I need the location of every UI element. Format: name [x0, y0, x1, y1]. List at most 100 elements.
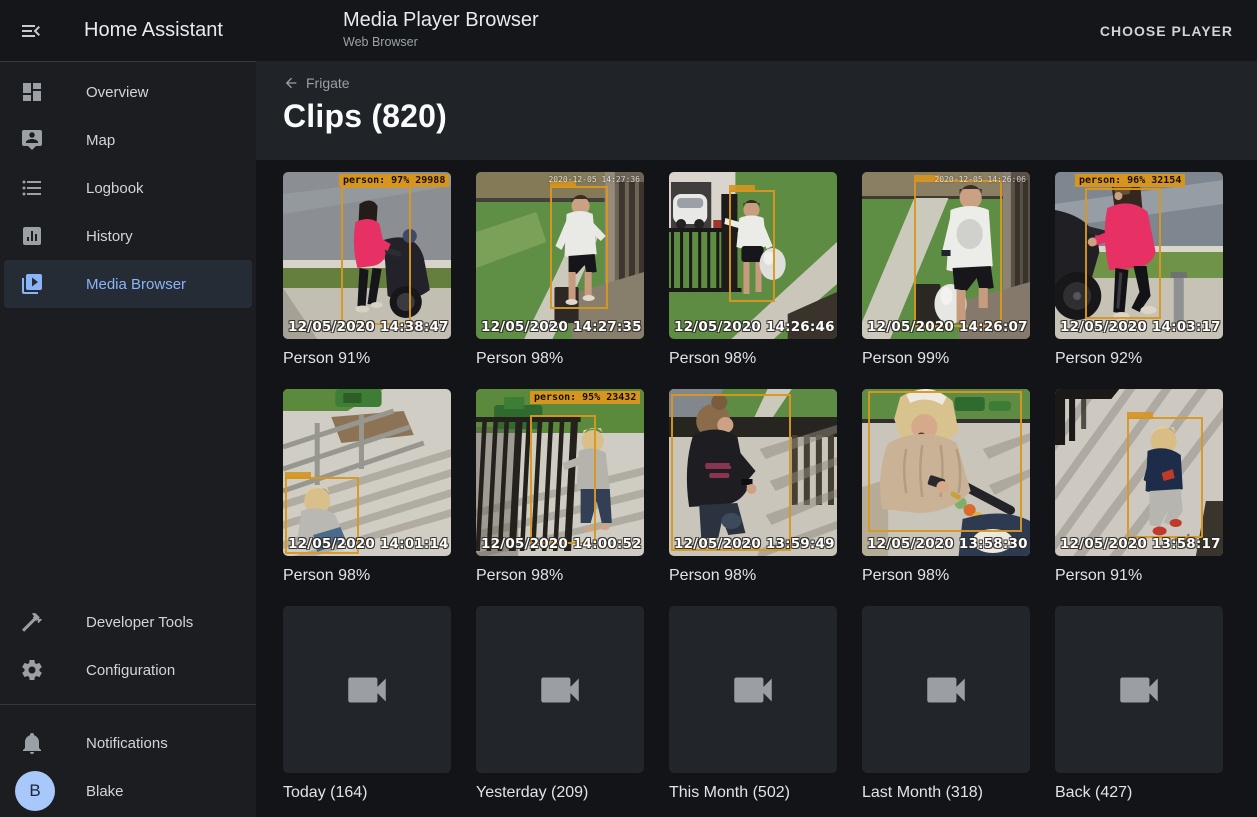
- sidebar-spacer: [0, 308, 256, 592]
- video-camera-icon: [1114, 665, 1164, 715]
- clip-card[interactable]: 12/05/2020 14:01:14 Person 98%: [283, 389, 451, 585]
- sidebar-item-label: Map: [86, 132, 115, 149]
- sidebar-item-label: Logbook: [86, 180, 144, 197]
- main-area: Frigate Clips (820): [256, 61, 1257, 817]
- sidebar-item-user-profile[interactable]: B Blake: [4, 767, 252, 815]
- arrow-left-icon: [283, 75, 299, 91]
- clip-card[interactable]: 12/05/2020 14:26:46 Person 98%: [669, 172, 837, 368]
- clip-card[interactable]: person: 96% 32154 12/05/2020 14:03:17 Pe…: [1055, 172, 1223, 368]
- clip-thumbnail: 12/05/2020 14:01:14: [283, 389, 451, 556]
- detection-bounding-box: [729, 190, 775, 302]
- clip-caption: Person 98%: [476, 350, 644, 368]
- clip-caption: Person 98%: [476, 567, 644, 585]
- sidebar-item-label: History: [86, 228, 133, 245]
- clip-card[interactable]: 12/05/2020 13:58:17 Person 91%: [1055, 389, 1223, 585]
- sidebar-item-label: Media Browser: [86, 276, 186, 293]
- sidebar-item-overview[interactable]: Overview: [4, 68, 252, 116]
- clip-timestamp: 12/05/2020 13:58:30: [867, 536, 1028, 552]
- clip-thumbnail: 12/05/2020 14:26:46: [669, 172, 837, 339]
- clip-card[interactable]: 12/05/2020 13:59:49 Person 98%: [669, 389, 837, 585]
- sidebar-item-label: Overview: [86, 84, 149, 101]
- breadcrumb-label: Frigate: [306, 75, 350, 91]
- folder-card-today[interactable]: Today (164): [283, 606, 451, 802]
- folder-thumbnail: [1055, 606, 1223, 773]
- detection-label: person: 95% 23432: [530, 391, 640, 404]
- sidebar-item-configuration[interactable]: Configuration: [4, 646, 252, 694]
- folder-label: This Month (502): [669, 784, 837, 802]
- gear-icon: [20, 658, 44, 682]
- clip-card[interactable]: 12/05/2020 13:58:30 Person 98%: [862, 389, 1030, 585]
- menu-open-icon[interactable]: [19, 19, 43, 43]
- media-player-title: Media Player Browser: [343, 9, 539, 32]
- sidebar-item-notifications[interactable]: Notifications: [4, 719, 252, 767]
- sidebar-item-media-browser[interactable]: Media Browser: [4, 260, 252, 308]
- clip-caption: Person 98%: [669, 350, 837, 368]
- clip-thumbnail: person: 96% 32154 12/05/2020 14:03:17: [1055, 172, 1223, 339]
- folder-card-yesterday[interactable]: Yesterday (209): [476, 606, 644, 802]
- clip-thumbnail: 12/05/2020 13:58:17: [1055, 389, 1223, 556]
- detection-bounding-box: [550, 186, 608, 309]
- sidebar: Overview Map Logbook History Media Brows…: [0, 61, 256, 817]
- detection-bounding-box: [914, 180, 1002, 327]
- clip-timestamp: 12/05/2020 14:03:17: [1060, 319, 1221, 335]
- clip-timestamp: 12/05/2020 14:00:52: [481, 536, 642, 552]
- page-title: Clips (820): [283, 98, 1257, 135]
- clip-thumbnail: 2020-12-05 14:26:06 12/05/2020 14:26:07: [862, 172, 1030, 339]
- sidebar-nav: Overview Map Logbook History Media Brows…: [0, 62, 256, 308]
- folder-thumbnail: [862, 606, 1030, 773]
- detection-bounding-box: [868, 391, 1022, 532]
- folder-thumbnail: [476, 606, 644, 773]
- detection-label: person: 96% 32154: [1075, 174, 1185, 187]
- camera-osd-text: 2020-12-05 14:27:36: [548, 175, 640, 184]
- camera-osd-text: 2020-12-05 14:26:06: [934, 175, 1026, 184]
- avatar: B: [15, 771, 55, 811]
- clip-caption: Person 91%: [1055, 567, 1223, 585]
- clip-timestamp: 12/05/2020 14:26:46: [674, 319, 835, 335]
- sidebar-item-map[interactable]: Map: [4, 116, 252, 164]
- bar-chart-box-icon: [20, 224, 44, 248]
- app-title: Home Assistant: [84, 19, 223, 42]
- media-browser-header: Frigate Clips (820): [256, 61, 1257, 160]
- clip-timestamp: 12/05/2020 14:38:47: [288, 319, 449, 335]
- clip-card[interactable]: person: 97% 29988 12/05/2020 14:38:47 Pe…: [283, 172, 451, 368]
- breadcrumb[interactable]: Frigate: [283, 75, 350, 91]
- clip-thumbnail: person: 95% 23432 12/05/2020 14:00:52: [476, 389, 644, 556]
- folder-label: Last Month (318): [862, 784, 1030, 802]
- sidebar-item-developer-tools[interactable]: Developer Tools: [4, 598, 252, 646]
- folder-thumbnail: [283, 606, 451, 773]
- sidebar-nav-bottom: Developer Tools Configuration: [0, 592, 256, 694]
- clip-thumbnail: 2020-12-05 14:27:36 12/05/2020 14:27:35: [476, 172, 644, 339]
- folder-label: Back (427): [1055, 784, 1223, 802]
- detection-tag: [729, 185, 755, 192]
- detection-bounding-box: [530, 415, 596, 544]
- clip-card[interactable]: person: 95% 23432 12/05/2020 14:00:52 Pe…: [476, 389, 644, 585]
- user-name-label: Blake: [86, 783, 124, 800]
- folder-card-back[interactable]: Back (427): [1055, 606, 1223, 802]
- video-camera-icon: [535, 665, 585, 715]
- detection-bounding-box: [1127, 417, 1203, 538]
- clip-caption: Person 91%: [283, 350, 451, 368]
- clip-caption: Person 99%: [862, 350, 1030, 368]
- clip-card[interactable]: 2020-12-05 14:26:06 12/05/2020 14:26:07 …: [862, 172, 1030, 368]
- sidebar-item-logbook[interactable]: Logbook: [4, 164, 252, 212]
- clip-timestamp: 12/05/2020 14:01:14: [288, 536, 449, 552]
- list-bulleted-icon: [20, 176, 44, 200]
- folder-card-this-month[interactable]: This Month (502): [669, 606, 837, 802]
- folder-card-last-month[interactable]: Last Month (318): [862, 606, 1030, 802]
- detection-bounding-box: [341, 186, 411, 325]
- bell-icon: [20, 731, 44, 755]
- sidebar-footer: Notifications B Blake: [0, 713, 256, 817]
- detection-tag: [285, 472, 311, 479]
- clip-thumbnail: 12/05/2020 13:58:30: [862, 389, 1030, 556]
- view-dashboard-icon: [20, 80, 44, 104]
- video-camera-icon: [921, 665, 971, 715]
- sidebar-item-history[interactable]: History: [4, 212, 252, 260]
- detection-bounding-box: [1085, 188, 1161, 319]
- clips-grid-container: person: 97% 29988 12/05/2020 14:38:47 Pe…: [256, 160, 1257, 817]
- choose-player-button[interactable]: CHOOSE PLAYER: [1092, 15, 1241, 47]
- clip-card[interactable]: 2020-12-05 14:27:36 12/05/2020 14:27:35 …: [476, 172, 644, 368]
- clip-timestamp: 12/05/2020 13:58:17: [1060, 536, 1221, 552]
- media-player-subtitle: Web Browser: [343, 35, 539, 49]
- clip-thumbnail: person: 97% 29988 12/05/2020 14:38:47: [283, 172, 451, 339]
- clip-caption: Person 98%: [283, 567, 451, 585]
